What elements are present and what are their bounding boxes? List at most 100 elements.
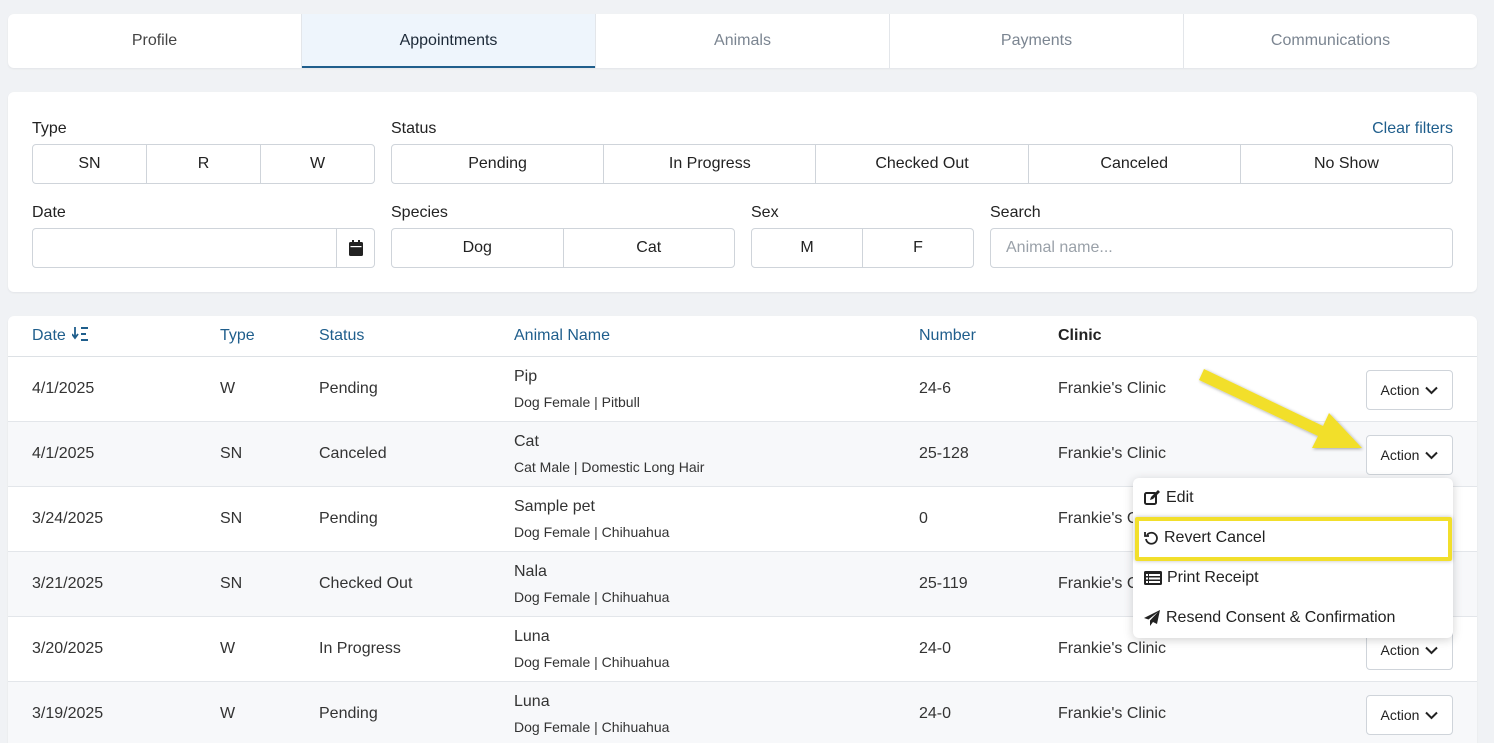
cell-clinic: Frankie's Clinic — [1058, 640, 1166, 657]
action-button[interactable]: Action — [1366, 370, 1453, 410]
menu-item-label: Resend Consent & Confirmation — [1166, 609, 1396, 626]
species-filter-label: Species — [391, 204, 448, 221]
column-type[interactable]: Type — [220, 327, 255, 345]
cell-status: Pending — [319, 380, 378, 397]
clear-filters-link[interactable]: Clear filters — [1372, 120, 1453, 138]
status-filter-label: Status — [391, 120, 437, 137]
calendar-button[interactable] — [336, 229, 374, 267]
menu-item-label: Edit — [1166, 489, 1194, 506]
status-filter: Pending In Progress Checked Out Canceled… — [391, 144, 1453, 184]
send-icon — [1144, 610, 1160, 626]
cell-status: In Progress — [319, 640, 401, 657]
status-option-in-progress[interactable]: In Progress — [604, 145, 817, 183]
revert-icon — [1144, 531, 1158, 545]
table-header: Date Type Status Animal Name Number Clin… — [8, 316, 1477, 357]
type-option-w[interactable]: W — [261, 145, 374, 183]
status-option-canceled[interactable]: Canceled — [1029, 145, 1241, 183]
tab-communications[interactable]: Communications — [1184, 14, 1477, 68]
cell-type: SN — [220, 575, 243, 592]
column-animal-name[interactable]: Animal Name — [514, 327, 610, 345]
cell-date: 3/24/2025 — [32, 510, 104, 527]
cell-number: 25-119 — [919, 575, 968, 592]
action-button-label: Action — [1380, 382, 1420, 398]
menu-item-label: Revert Cancel — [1164, 529, 1266, 546]
action-button[interactable]: Action — [1366, 435, 1453, 475]
column-date-label: Date — [32, 327, 66, 344]
tab-animals[interactable]: Animals — [596, 14, 890, 68]
cell-status: Canceled — [319, 445, 387, 462]
cell-date: 4/1/2025 — [32, 380, 95, 397]
cell-clinic: Frankie's Clinic — [1058, 705, 1166, 722]
date-field — [32, 228, 375, 268]
action-dropdown-menu: Edit Revert Cancel Print Receipt Resend … — [1133, 478, 1453, 638]
cell-animal-name: Nala — [514, 563, 547, 580]
cell-animal-details: Dog Female | Chihuahua — [514, 589, 670, 605]
status-option-no-show[interactable]: No Show — [1241, 145, 1452, 183]
date-input[interactable] — [33, 229, 336, 267]
cell-clinic: Frankie's Clinic — [1058, 380, 1166, 397]
cell-animal-name: Pip — [514, 368, 538, 385]
cell-animal-details: Dog Female | Pitbull — [514, 394, 640, 410]
cell-type: SN — [220, 445, 243, 462]
cell-animal-details: Dog Female | Chihuahua — [514, 524, 670, 540]
search-label: Search — [990, 204, 1041, 221]
search-input[interactable] — [990, 228, 1453, 268]
tab-profile[interactable]: Profile — [8, 14, 302, 68]
cell-animal-name: Luna — [514, 693, 550, 710]
calendar-icon — [348, 240, 363, 256]
column-status[interactable]: Status — [319, 327, 364, 345]
cell-animal-details: Dog Female | Chihuahua — [514, 654, 670, 670]
status-option-pending[interactable]: Pending — [392, 145, 605, 183]
action-button-label: Action — [1380, 447, 1420, 463]
tab-appointments[interactable]: Appointments — [302, 14, 596, 68]
column-number[interactable]: Number — [919, 327, 976, 345]
column-clinic: Clinic — [1058, 327, 1102, 344]
sex-filter: M F — [751, 228, 974, 268]
type-option-sn[interactable]: SN — [33, 145, 147, 183]
type-option-r[interactable]: R — [147, 145, 261, 183]
date-filter-label: Date — [32, 204, 66, 221]
sort-desc-icon — [71, 327, 89, 341]
cell-animal-name: Cat — [514, 433, 539, 450]
chevron-down-icon — [1425, 451, 1439, 459]
menu-item-print-receipt[interactable]: Print Receipt — [1133, 558, 1453, 598]
cell-clinic: Frankie's C — [1058, 510, 1139, 527]
species-option-cat[interactable]: Cat — [564, 229, 735, 267]
sex-filter-label: Sex — [751, 204, 779, 221]
menu-item-label: Print Receipt — [1167, 569, 1259, 586]
column-date[interactable]: Date — [32, 327, 90, 345]
cell-animal-name: Sample pet — [514, 498, 595, 515]
sex-option-f[interactable]: F — [863, 229, 973, 267]
cell-animal-details: Cat Male | Domestic Long Hair — [514, 459, 705, 475]
menu-item-revert-cancel[interactable]: Revert Cancel — [1133, 518, 1453, 558]
action-button-label: Action — [1380, 642, 1420, 658]
cell-animal-details: Dog Female | Chihuahua — [514, 719, 670, 735]
menu-item-resend-consent[interactable]: Resend Consent & Confirmation — [1133, 598, 1453, 638]
cell-clinic: Frankie's Clinic — [1058, 445, 1166, 462]
cell-number: 24-0 — [919, 640, 952, 657]
cell-status: Pending — [319, 705, 378, 722]
tab-payments[interactable]: Payments — [890, 14, 1184, 68]
action-button-label: Action — [1380, 707, 1420, 723]
sex-option-m[interactable]: M — [752, 229, 863, 267]
edit-icon — [1144, 490, 1160, 505]
filters-panel: Type SN R W Status Clear filters Pending… — [8, 92, 1477, 292]
species-filter: Dog Cat — [391, 228, 735, 268]
status-option-checked-out[interactable]: Checked Out — [816, 145, 1029, 183]
cell-number: 24-0 — [919, 705, 952, 722]
type-filter: SN R W — [32, 144, 375, 184]
table-row: 4/1/2025 W Pending Pip Dog Female | Pitbull 2… — [8, 357, 1477, 422]
cell-date: 3/21/2025 — [32, 575, 104, 592]
menu-item-edit[interactable]: Edit — [1133, 478, 1453, 518]
cell-type: SN — [220, 510, 243, 527]
cell-number: 25-128 — [919, 445, 969, 462]
receipt-icon — [1144, 571, 1162, 585]
action-button[interactable]: Action — [1366, 695, 1453, 735]
cell-type: W — [220, 640, 236, 657]
chevron-down-icon — [1425, 646, 1439, 654]
chevron-down-icon — [1425, 386, 1439, 394]
cell-number: 0 — [919, 510, 928, 527]
chevron-down-icon — [1425, 711, 1439, 719]
table-row: 3/19/2025 W Pending Luna Dog Female | Chihua… — [8, 682, 1477, 743]
species-option-dog[interactable]: Dog — [392, 229, 564, 267]
